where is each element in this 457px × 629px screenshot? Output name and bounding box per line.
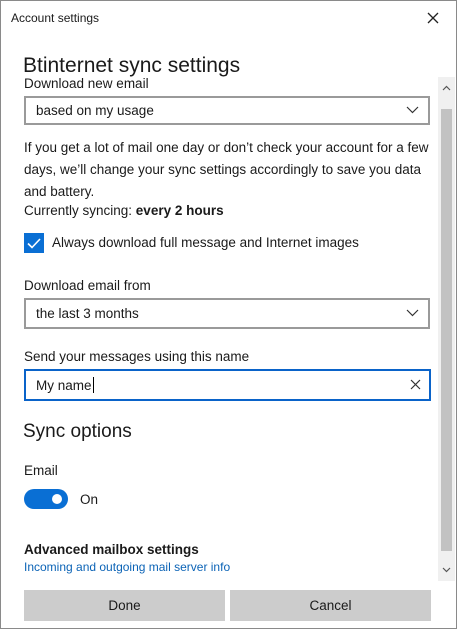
- scroll-up-button[interactable]: [438, 79, 455, 96]
- scroll-down-button[interactable]: [438, 561, 455, 578]
- download-email-from-select[interactable]: the last 3 months: [24, 298, 430, 329]
- title-bar: Account settings: [1, 1, 456, 35]
- cancel-button[interactable]: Cancel: [230, 590, 431, 621]
- send-name-input[interactable]: My name: [24, 369, 431, 401]
- download-email-from-value: the last 3 months: [36, 306, 139, 321]
- checkmark-icon: [27, 237, 41, 249]
- page-title: Btinternet sync settings: [23, 54, 241, 77]
- scroll-thumb[interactable]: [441, 109, 452, 551]
- window-title: Account settings: [11, 11, 100, 25]
- close-button[interactable]: [419, 7, 447, 29]
- clear-icon[interactable]: [410, 379, 421, 390]
- send-name-label: Send your messages using this name: [24, 349, 250, 364]
- email-sync-label: Email: [24, 463, 58, 478]
- sync-options-heading: Sync options: [23, 421, 132, 442]
- advanced-mailbox-settings-title: Advanced mailbox settings: [24, 542, 199, 557]
- vertical-scrollbar[interactable]: [438, 77, 455, 581]
- chevron-down-icon: [442, 567, 451, 572]
- currently-syncing-value: every 2 hours: [135, 203, 224, 218]
- download-email-from-label: Download email from: [24, 278, 151, 293]
- mail-server-info-link[interactable]: Incoming and outgoing mail server info: [24, 560, 230, 574]
- chevron-down-icon: [406, 106, 419, 114]
- download-new-email-select[interactable]: based on my usage: [24, 96, 430, 125]
- chevron-down-icon: [406, 309, 419, 317]
- download-new-email-label: Download new email: [24, 76, 149, 91]
- currently-syncing: Currently syncing: every 2 hours: [24, 203, 224, 218]
- sync-info-text: If you get a lot of mail one day or don’…: [24, 140, 429, 199]
- send-name-value: My name: [36, 377, 92, 393]
- chevron-up-icon: [442, 85, 451, 90]
- full-message-checkbox-label[interactable]: Always download full message and Interne…: [52, 235, 359, 250]
- full-message-checkbox[interactable]: [24, 233, 44, 253]
- download-new-email-value: based on my usage: [36, 103, 154, 118]
- toggle-knob: [52, 494, 62, 504]
- text-caret: [92, 377, 94, 393]
- done-button[interactable]: Done: [24, 590, 225, 621]
- currently-syncing-prefix: Currently syncing:: [24, 203, 136, 218]
- email-sync-toggle[interactable]: [24, 489, 68, 509]
- email-sync-toggle-state: On: [80, 492, 99, 507]
- account-settings-window: Account settings Btinternet sync setting…: [0, 0, 457, 629]
- close-icon: [427, 12, 439, 24]
